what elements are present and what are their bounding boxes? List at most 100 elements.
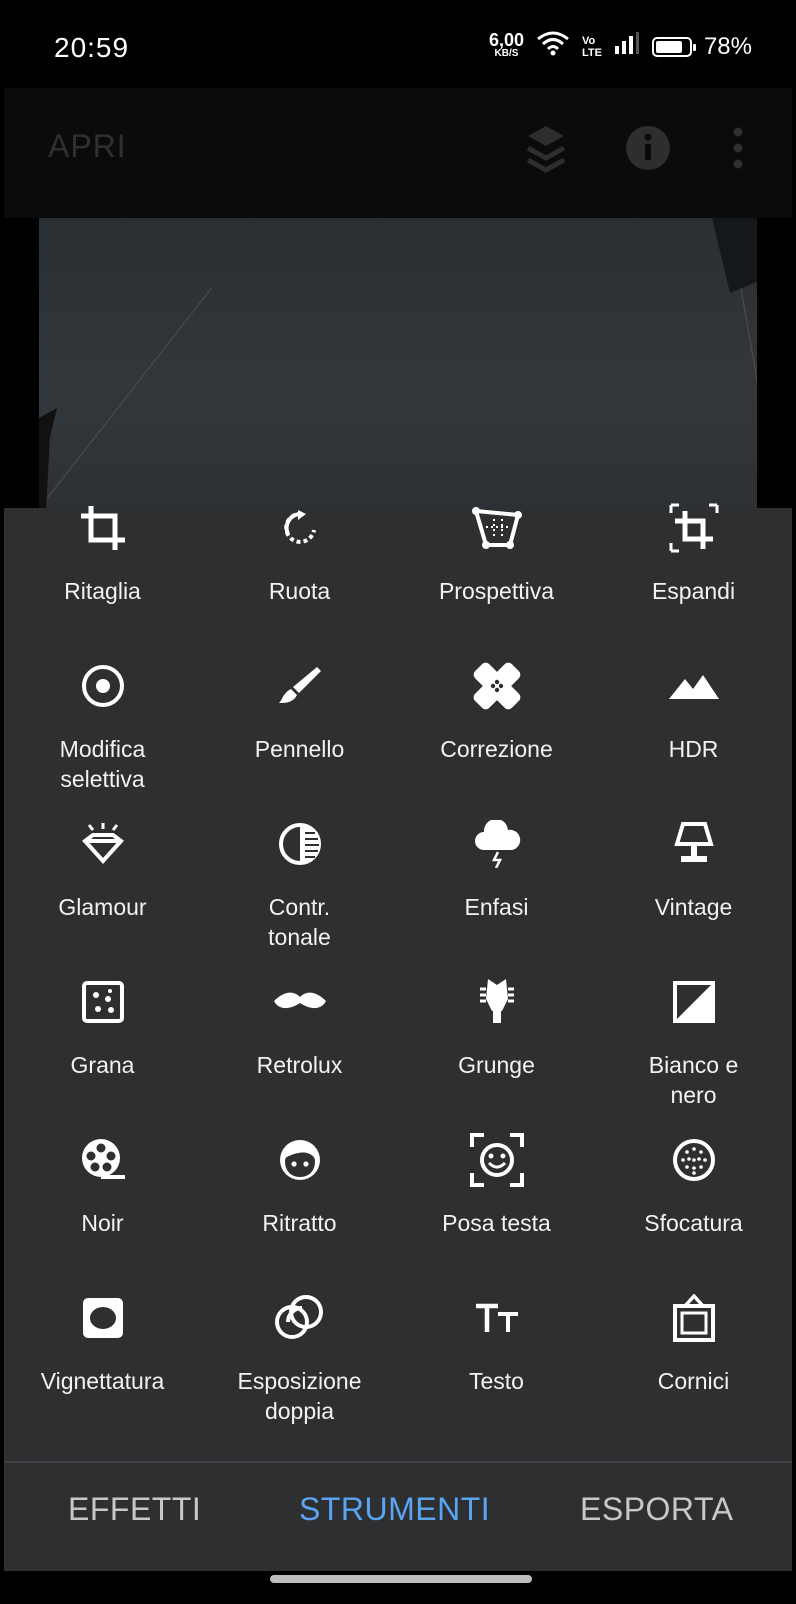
lens-blur-icon [666, 1132, 722, 1188]
volte-top: Vo [581, 34, 596, 47]
tool-text[interactable]: Testo [398, 1290, 595, 1396]
tool-glamour[interactable]: Glamour [4, 816, 201, 922]
tab-tools[interactable]: STRUMENTI [299, 1491, 490, 1528]
tool-label: Vintage [654, 894, 733, 920]
tool-drama[interactable]: Enfasi [398, 816, 595, 922]
tool-crop[interactable]: Ritaglia [4, 500, 201, 606]
tool-label: Glamour [58, 894, 147, 920]
volte-indicator: Vo LTE [582, 35, 602, 59]
tool-label: Correzione [440, 736, 553, 762]
tonal-contrast-icon [272, 816, 328, 872]
film-reel-icon [75, 1132, 131, 1188]
tool-healing[interactable]: Correzione [398, 658, 595, 764]
face-icon [272, 1132, 328, 1188]
tool-hdr[interactable]: HDR [595, 658, 792, 764]
more-vert-icon[interactable] [730, 124, 746, 177]
phone-screen: 20:59 6,00 KB/S Vo LTE 78% APRI Ritaglia… [4, 8, 792, 1596]
tool-label: Retrolux [256, 1052, 343, 1078]
signal-icon [614, 32, 640, 61]
tool-black-white[interactable]: Bianco e nero [595, 974, 792, 1110]
tool-label: Prospettiva [438, 578, 555, 604]
tool-label: Contr. tonale [268, 894, 331, 950]
hdr-mountain-icon [666, 658, 722, 714]
status-icons: 6,00 KB/S Vo LTE 78% [489, 30, 752, 63]
expand-icon [666, 500, 722, 556]
glamour-diamond-icon [75, 816, 131, 872]
tool-label: Posa testa [442, 1210, 551, 1236]
photo-roof [712, 218, 757, 293]
tool-tonal-contrast[interactable]: Contr. tonale [201, 816, 398, 952]
tool-label: Esposizione doppia [237, 1368, 362, 1424]
tool-label: Bianco e nero [648, 1052, 739, 1108]
info-icon[interactable] [624, 124, 672, 177]
tool-label: Enfasi [464, 894, 529, 920]
volte-bottom: LTE [581, 46, 602, 59]
battery-icon [651, 36, 696, 57]
selective-icon [75, 658, 131, 714]
black-white-icon [666, 974, 722, 1030]
bottom-tabs: EFFETTI STRUMENTI ESPORTA [4, 1461, 792, 1573]
tool-head-pose[interactable]: Posa testa [398, 1132, 595, 1238]
tool-label: Ritratto [262, 1210, 337, 1236]
photo-preview[interactable] [39, 218, 757, 508]
tool-label: Ruota [268, 578, 331, 604]
tool-vignette[interactable]: Vignettatura [4, 1290, 201, 1396]
healing-icon [469, 658, 525, 714]
home-handle[interactable] [270, 1575, 532, 1583]
rotate-icon [272, 500, 328, 556]
tool-expand[interactable]: Espandi [595, 500, 792, 606]
tool-portrait[interactable]: Ritratto [201, 1132, 398, 1238]
wifi-icon [536, 30, 570, 63]
tool-rotate[interactable]: Ruota [201, 500, 398, 606]
tool-frames[interactable]: Cornici [595, 1290, 792, 1396]
drama-cloud-icon [469, 816, 525, 872]
crop-icon [75, 500, 131, 556]
tool-brush[interactable]: Pennello [201, 658, 398, 764]
tool-perspective[interactable]: Prospettiva [398, 500, 595, 606]
tool-label: Modifica selettiva [59, 736, 146, 792]
tool-selective[interactable]: Modifica selettiva [4, 658, 201, 794]
tool-label: Vignettatura [40, 1368, 165, 1394]
tab-effects[interactable]: EFFETTI [68, 1491, 201, 1528]
tool-label: Noir [81, 1210, 124, 1236]
tool-label: Sfocatura [644, 1210, 743, 1236]
grunge-guitar-icon [469, 974, 525, 1030]
tool-vintage[interactable]: Vintage [595, 816, 792, 922]
tool-grain[interactable]: Grana [4, 974, 201, 1080]
network-speed: 6,00 KB/S [489, 31, 524, 61]
tool-double-exposure[interactable]: Esposizione doppia [201, 1290, 398, 1426]
tool-label: Cornici [657, 1368, 730, 1394]
tool-label: HDR [668, 736, 719, 762]
double-exposure-icon [272, 1290, 328, 1346]
perspective-icon [469, 500, 525, 556]
frames-icon [666, 1290, 722, 1346]
mustache-icon [272, 974, 328, 1030]
tool-label: Grunge [458, 1052, 535, 1078]
photo-lamp [39, 408, 57, 508]
tool-retrolux[interactable]: Retrolux [201, 974, 398, 1080]
network-speed-unit: KB/S [494, 47, 519, 59]
tool-noir[interactable]: Noir [4, 1132, 201, 1238]
tool-lens-blur[interactable]: Sfocatura [595, 1132, 792, 1238]
battery-percent: 78% [703, 32, 752, 60]
app-bar: APRI [4, 88, 792, 218]
open-button[interactable]: APRI [48, 128, 127, 165]
status-time: 20:59 [54, 32, 130, 63]
grain-icon [75, 974, 131, 1030]
vignette-icon [75, 1290, 131, 1346]
tool-grunge[interactable]: Grunge [398, 974, 595, 1080]
head-pose-icon [469, 1132, 525, 1188]
tool-label: Pennello [254, 736, 345, 762]
tools-panel: Ritaglia Ruota Prospettiva Espandi Modif… [4, 503, 792, 1461]
status-bar: 20:59 6,00 KB/S Vo LTE 78% [4, 8, 792, 88]
tool-label: Grana [70, 1052, 135, 1078]
gesture-nav-bar [4, 1571, 792, 1596]
tool-label: Testo [469, 1368, 524, 1394]
layers-sync-icon[interactable] [524, 124, 568, 181]
tool-label: Espandi [651, 578, 736, 604]
vintage-lamp-icon [666, 816, 722, 872]
tab-export[interactable]: ESPORTA [580, 1491, 733, 1528]
text-icon [469, 1290, 525, 1346]
tool-label: Ritaglia [64, 578, 141, 604]
brush-icon [272, 658, 328, 714]
